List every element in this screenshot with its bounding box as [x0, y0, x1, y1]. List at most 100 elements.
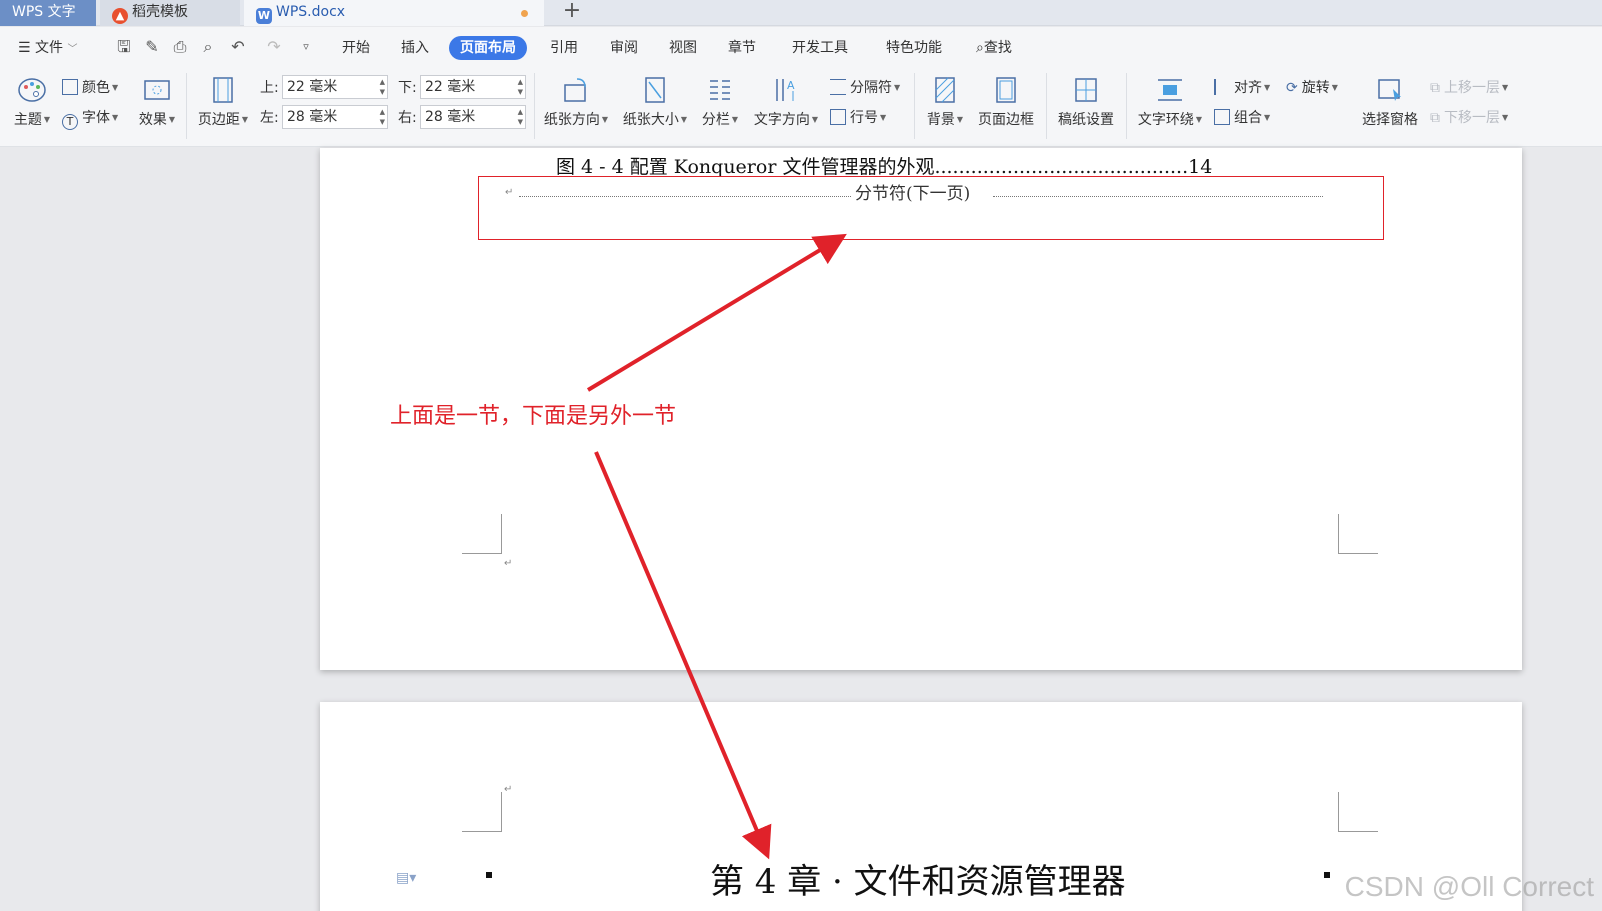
font-t-icon: T — [62, 114, 78, 130]
tab-document[interactable]: W WPS.docx — [244, 0, 544, 26]
menu-bar: ☰ 文件 ﹀ 🖫 ✎ ⎙ ⌕ ↶ ↷ ▿ 开始 插入 页面布局 引用 审阅 视图… — [0, 27, 1602, 67]
spinner-arrows-icon[interactable]: ▲ ▼ — [380, 107, 385, 127]
draft-paper-label: 稿纸设置 — [1058, 112, 1114, 128]
draft-paper-button[interactable]: 稿纸设置 — [1054, 73, 1118, 139]
send-backward-icon: ⧉ — [1430, 110, 1440, 126]
spinner-arrows-icon[interactable]: ▲ ▼ — [518, 77, 523, 97]
columns-button[interactable]: 分栏 ▼ — [698, 73, 742, 139]
ribbon-separator — [186, 73, 187, 139]
text-direction-label: 文字方向 — [753, 112, 810, 128]
file-menu-button[interactable]: ☰ 文件 ﹀ — [18, 36, 77, 60]
margin-bottom-label: 下: — [398, 80, 417, 96]
align-label: 对齐 — [1234, 80, 1262, 96]
group-button[interactable]: 组合 ▼ — [1214, 107, 1270, 129]
text-wrap-button[interactable]: 文字环绕 ▼ — [1134, 73, 1206, 139]
orientation-button[interactable]: 纸张方向 ▼ — [540, 73, 612, 139]
send-backward-button[interactable]: ⧉ 下移一层 ▼ — [1430, 107, 1508, 129]
section-break-label: 分节符(下一页) — [855, 184, 971, 204]
menu-insert[interactable]: 插入 — [401, 36, 429, 60]
rotate-icon: ⟳ — [1286, 80, 1298, 96]
margins-button[interactable]: 页边距 ▼ — [194, 73, 252, 139]
breaks-button[interactable]: 分隔符 ▼ — [830, 77, 900, 99]
bring-forward-icon: ⧉ — [1430, 80, 1440, 96]
crop-mark-top-left — [462, 792, 502, 832]
undo-icon[interactable]: ↶ — [228, 37, 248, 57]
menu-review[interactable]: 审阅 — [610, 36, 638, 60]
group-icon — [1214, 109, 1230, 125]
bring-forward-button[interactable]: ⧉ 上移一层 ▼ — [1430, 77, 1508, 99]
chapter-heading[interactable]: 第 4 章 · 文件和资源管理器 — [710, 854, 1126, 903]
font-button[interactable]: T 字体 ▼ — [62, 107, 118, 130]
page-options-icon[interactable]: ▤▾ — [396, 870, 416, 886]
app-tab-wps-writer[interactable]: WPS 文字 — [0, 0, 96, 26]
menu-developer-tools[interactable]: 开发工具 — [792, 36, 848, 60]
print-preview-icon[interactable]: ⌕ — [198, 37, 218, 57]
print-icon[interactable]: ⎙ — [170, 37, 190, 57]
bullet-marker — [486, 872, 492, 878]
save-icon[interactable]: 🖫 — [114, 37, 134, 57]
selection-pane-label: 选择窗格 — [1362, 112, 1418, 128]
ribbon-page-layout: 主题 ▼ 颜色 ▼ T 字体 ▼ 效果 ▼ 页边距 ▼ 上: 22 毫米 ▲ ▼ 下: 22 毫… — [0, 67, 1602, 147]
menu-chapter[interactable]: 章节 — [728, 36, 756, 60]
theme-label: 主题 — [13, 112, 42, 128]
search-icon: ⌕ — [976, 40, 984, 56]
customize-quick-access-icon[interactable]: ▿ — [296, 37, 316, 57]
text-wrap-label: 文字环绕 — [1137, 112, 1194, 128]
margin-top-field[interactable]: 22 毫米 ▲ ▼ — [282, 75, 388, 99]
tab-daoke-templates[interactable]: ▲ 稻壳模板 — [100, 0, 240, 26]
theme-button[interactable]: 主题 ▼ — [10, 73, 54, 139]
page-border-button[interactable]: 页面边框 — [974, 73, 1038, 139]
margin-left-field[interactable]: 28 毫米 ▲ ▼ — [282, 105, 388, 129]
wps-writer-doc-icon: W — [256, 8, 272, 24]
format-painter-icon[interactable]: ✎ — [142, 37, 162, 57]
unsaved-indicator-icon — [521, 10, 528, 17]
group-label: 组合 — [1234, 110, 1262, 126]
background-button[interactable]: 背景 ▼ — [922, 73, 968, 139]
paper-size-button[interactable]: 纸张大小 ▼ — [618, 73, 692, 139]
margin-bottom-value: 22 毫米 — [425, 79, 476, 95]
color-grid-icon — [62, 79, 78, 95]
align-button[interactable]: 对齐 ▼ — [1214, 77, 1270, 99]
margin-bottom-field[interactable]: 22 毫米 ▲ ▼ — [420, 75, 526, 99]
new-tab-plus-icon[interactable]: + — [560, 0, 584, 24]
breaks-label: 分隔符 — [850, 80, 892, 96]
selection-pane-button[interactable]: 选择窗格 — [1358, 73, 1422, 139]
line-numbers-button[interactable]: 行号 ▼ — [830, 107, 886, 129]
menu-view[interactable]: 视图 — [669, 36, 697, 60]
effect-button[interactable]: 效果 ▼ — [134, 73, 180, 139]
palette-icon — [18, 78, 46, 102]
paragraph-mark: ↵ — [505, 187, 514, 198]
section-break-dotted-line — [993, 195, 1323, 197]
menu-home[interactable]: 开始 — [342, 36, 370, 60]
columns-icon — [710, 80, 730, 100]
menu-page-layout[interactable]: 页面布局 — [449, 36, 527, 60]
tab-document-label: WPS.docx — [276, 4, 346, 20]
breaks-icon — [830, 79, 846, 95]
spinner-arrows-icon[interactable]: ▲ ▼ — [380, 77, 385, 97]
orientation-label: 纸张方向 — [543, 112, 600, 128]
text-direction-button[interactable]: A 文字方向 ▼ — [750, 73, 822, 139]
crop-mark-bottom-right — [1338, 514, 1378, 554]
ribbon-separator — [1046, 73, 1047, 139]
paper-size-icon — [645, 77, 665, 103]
margin-right-field[interactable]: 28 毫米 ▲ ▼ — [420, 105, 526, 129]
rotate-button[interactable]: ⟳ 旋转 ▼ — [1286, 77, 1338, 99]
color-button[interactable]: 颜色 ▼ — [62, 77, 118, 99]
margin-top-value: 22 毫米 — [287, 79, 338, 95]
search-button[interactable]: ⌕查找 — [976, 36, 1012, 60]
menu-special-features[interactable]: 特色功能 — [886, 36, 942, 60]
menu-references[interactable]: 引用 — [550, 36, 578, 60]
margins-label: 页边距 — [197, 112, 240, 128]
section-break-highlight-box: ↵ 分节符(下一页) — [478, 176, 1384, 240]
toc-entry[interactable]: 图 4 - 4 配置 Konqueror 文件管理器的外观...........… — [556, 152, 1416, 179]
spinner-arrows-icon[interactable]: ▲ ▼ — [518, 107, 523, 127]
rotate-label: 旋转 — [1301, 80, 1330, 96]
redo-icon[interactable]: ↷ — [264, 37, 284, 57]
chevron-down-icon: ﹀ — [67, 44, 78, 55]
margin-top-label: 上: — [260, 80, 279, 96]
tab-daoke-label: 稻壳模板 — [132, 4, 188, 20]
csdn-watermark: CSDN @Oll Correct — [1344, 871, 1594, 902]
document-page-2[interactable]: ↵ 第 4 章 · 文件和资源管理器 — [320, 702, 1522, 911]
svg-text:A: A — [787, 79, 795, 92]
effect-icon — [144, 80, 170, 100]
